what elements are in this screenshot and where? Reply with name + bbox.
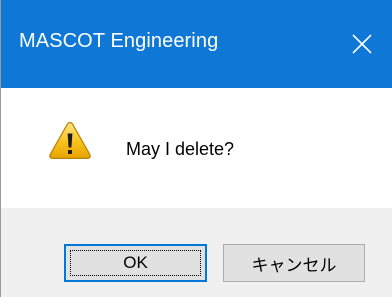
message-dialog: MASCOT Engineering May I delete? OK キャンセ… (0, 0, 392, 297)
ok-button-label: OK (123, 253, 148, 272)
ok-button[interactable]: OK (64, 244, 207, 282)
close-icon (352, 34, 372, 54)
title-bar: MASCOT Engineering (1, 0, 392, 88)
dialog-body: May I delete? (1, 88, 392, 208)
cancel-button[interactable]: キャンセル (223, 244, 365, 282)
button-bar: OK キャンセル (1, 208, 392, 297)
close-button[interactable] (332, 0, 392, 88)
cancel-button-label: キャンセル (251, 255, 337, 275)
message-text: May I delete? (126, 139, 235, 159)
warning-icon (49, 121, 91, 159)
window-title: MASCOT Engineering (19, 30, 219, 52)
